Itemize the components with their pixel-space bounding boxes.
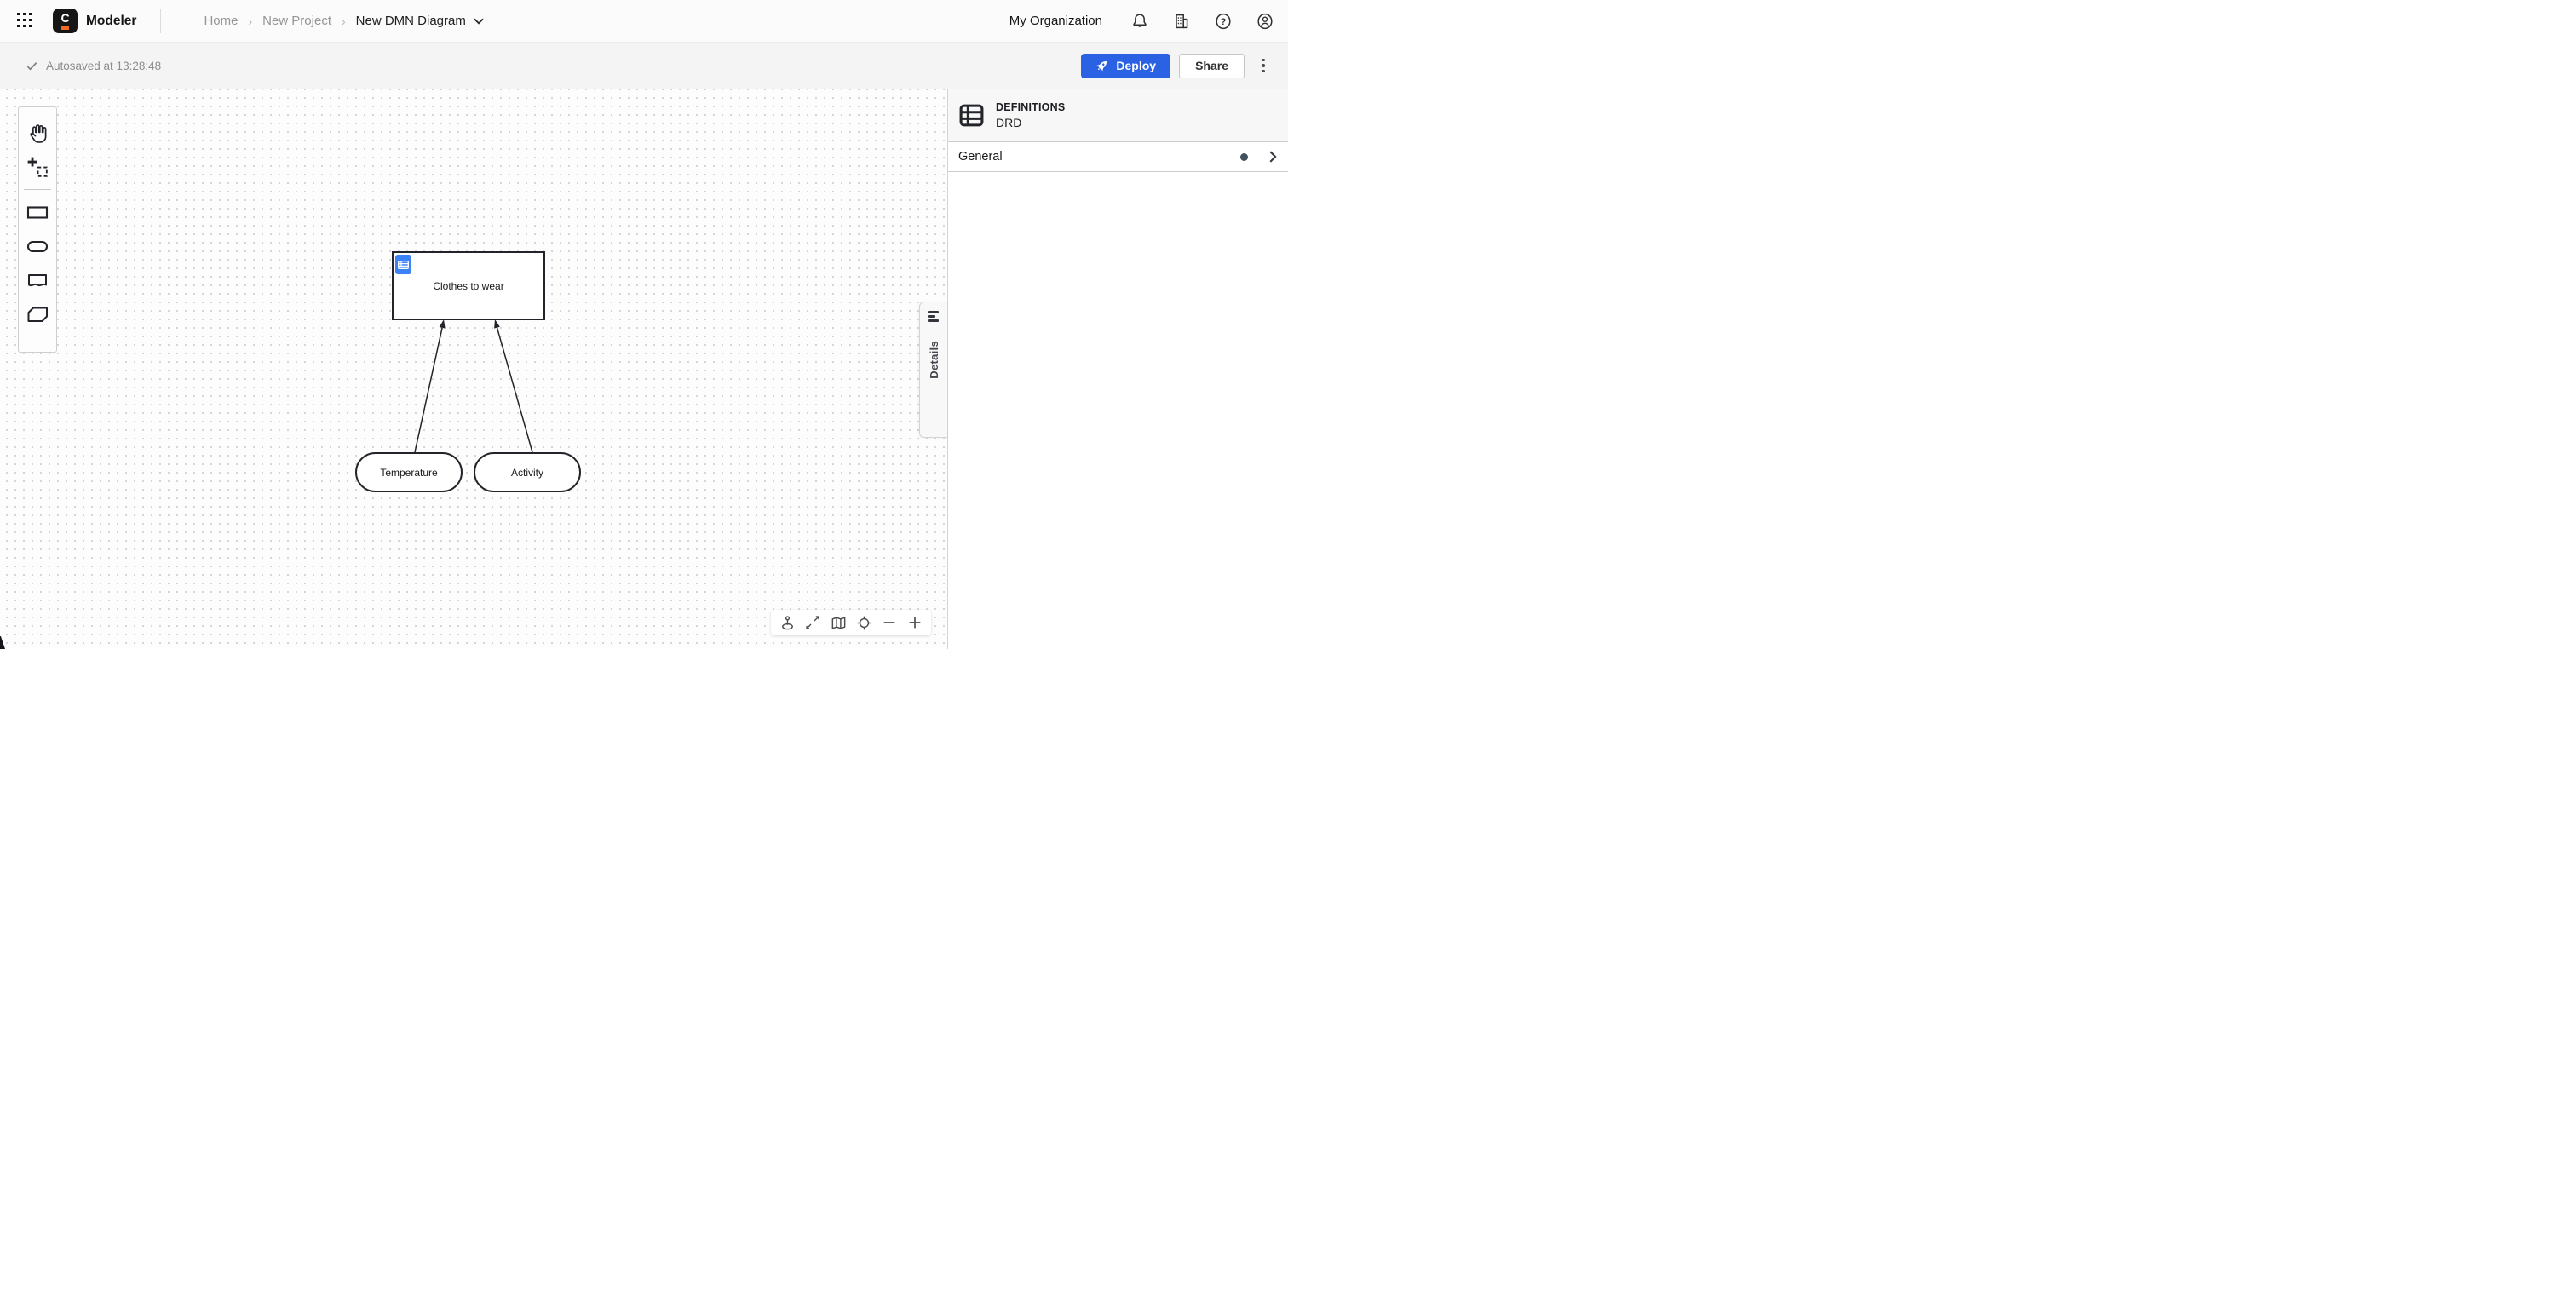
user-icon[interactable] [1256,12,1274,31]
section-content-dot [1240,153,1248,161]
breadcrumb-current-label: New DMN Diagram [356,14,466,28]
rocket-icon [1095,59,1109,72]
hand-tool[interactable] [24,116,51,150]
palette-divider [24,189,51,190]
sidebar-section-label: General [958,150,1240,164]
kebab-menu-icon[interactable] [1252,54,1274,78]
create-decision-tool[interactable] [24,195,51,229]
sidebar-titles: DEFINITIONS DRD [996,101,1065,129]
apps-grid-icon[interactable] [17,13,34,30]
input-data-label: Activity [511,467,543,479]
chevron-down-icon [474,18,484,25]
breadcrumb-separator: › [248,14,252,28]
deploy-label: Deploy [1116,59,1156,72]
header-actions: My Organization ? [1009,12,1274,31]
sidebar-title: DEFINITIONS [996,101,1065,113]
create-business-knowledge-model-tool[interactable] [24,297,51,331]
logo-letter: C [60,13,69,24]
details-tab[interactable]: Details [919,302,947,438]
input-data-label: Temperature [380,467,437,479]
sidebar-subtitle: DRD [996,116,1065,129]
share-button[interactable]: Share [1179,54,1245,78]
minimap-icon[interactable] [825,610,851,635]
diagram-canvas[interactable]: Clothes to wear Temperature Activity Det… [0,89,947,649]
org-name[interactable]: My Organization [1009,14,1102,28]
camunda-logo: C [53,9,78,33]
breadcrumb-home[interactable]: Home [204,14,238,28]
svg-text:?: ? [1221,17,1227,27]
app-name: Modeler [86,14,136,29]
header-divider [160,9,161,33]
decision-label: Clothes to wear [433,280,503,292]
decision-table-grid-icon [958,102,985,129]
autosave-text: Autosaved at 13:28:48 [46,60,161,72]
action-bar: Autosaved at 13:28:48 Deploy Share [0,43,1288,89]
create-knowledge-source-tool[interactable] [24,263,51,297]
autosave-status: Autosaved at 13:28:48 [26,60,161,72]
fit-viewport-icon[interactable] [800,610,825,635]
zoom-in-icon[interactable] [902,610,928,635]
requirement-arrows [0,89,947,649]
input-data-node-temperature[interactable]: Temperature [355,452,463,492]
reset-zoom-icon[interactable] [851,610,877,635]
top-header: C Modeler Home › New Project › New DMN D… [0,0,1288,43]
action-bar-buttons: Deploy Share [1081,54,1274,78]
bpmnio-watermark-edge [0,636,5,649]
lasso-tool[interactable] [24,150,51,184]
breadcrumb-separator: › [342,14,346,28]
chevron-right-icon [1268,151,1278,163]
decision-table-icon[interactable] [395,255,411,274]
sidebar-header: DEFINITIONS DRD [948,89,1288,142]
joystick-icon[interactable] [774,610,800,635]
properties-sidebar: DEFINITIONS DRD General [947,89,1288,649]
building-icon[interactable] [1172,12,1191,31]
check-icon [26,60,38,72]
palette [18,106,57,353]
breadcrumb: Home › New Project › New DMN Diagram [204,14,483,28]
properties-panel-icon [928,311,940,322]
sidebar-section-general[interactable]: General [948,142,1288,172]
logo-orange-block [61,26,69,30]
breadcrumb-current[interactable]: New DMN Diagram [356,14,484,28]
deploy-button[interactable]: Deploy [1081,54,1170,78]
details-tab-label: Details [928,341,940,379]
bell-icon[interactable] [1130,12,1149,31]
workspace: Clothes to wear Temperature Activity Det… [0,89,1288,649]
help-icon[interactable]: ? [1214,12,1233,31]
breadcrumb-project[interactable]: New Project [262,14,331,28]
share-label: Share [1195,59,1228,72]
decision-node[interactable]: Clothes to wear [392,251,545,320]
input-data-node-activity[interactable]: Activity [474,452,581,492]
canvas-controls [771,610,931,635]
create-input-data-tool[interactable] [24,229,51,263]
zoom-out-icon[interactable] [877,610,902,635]
